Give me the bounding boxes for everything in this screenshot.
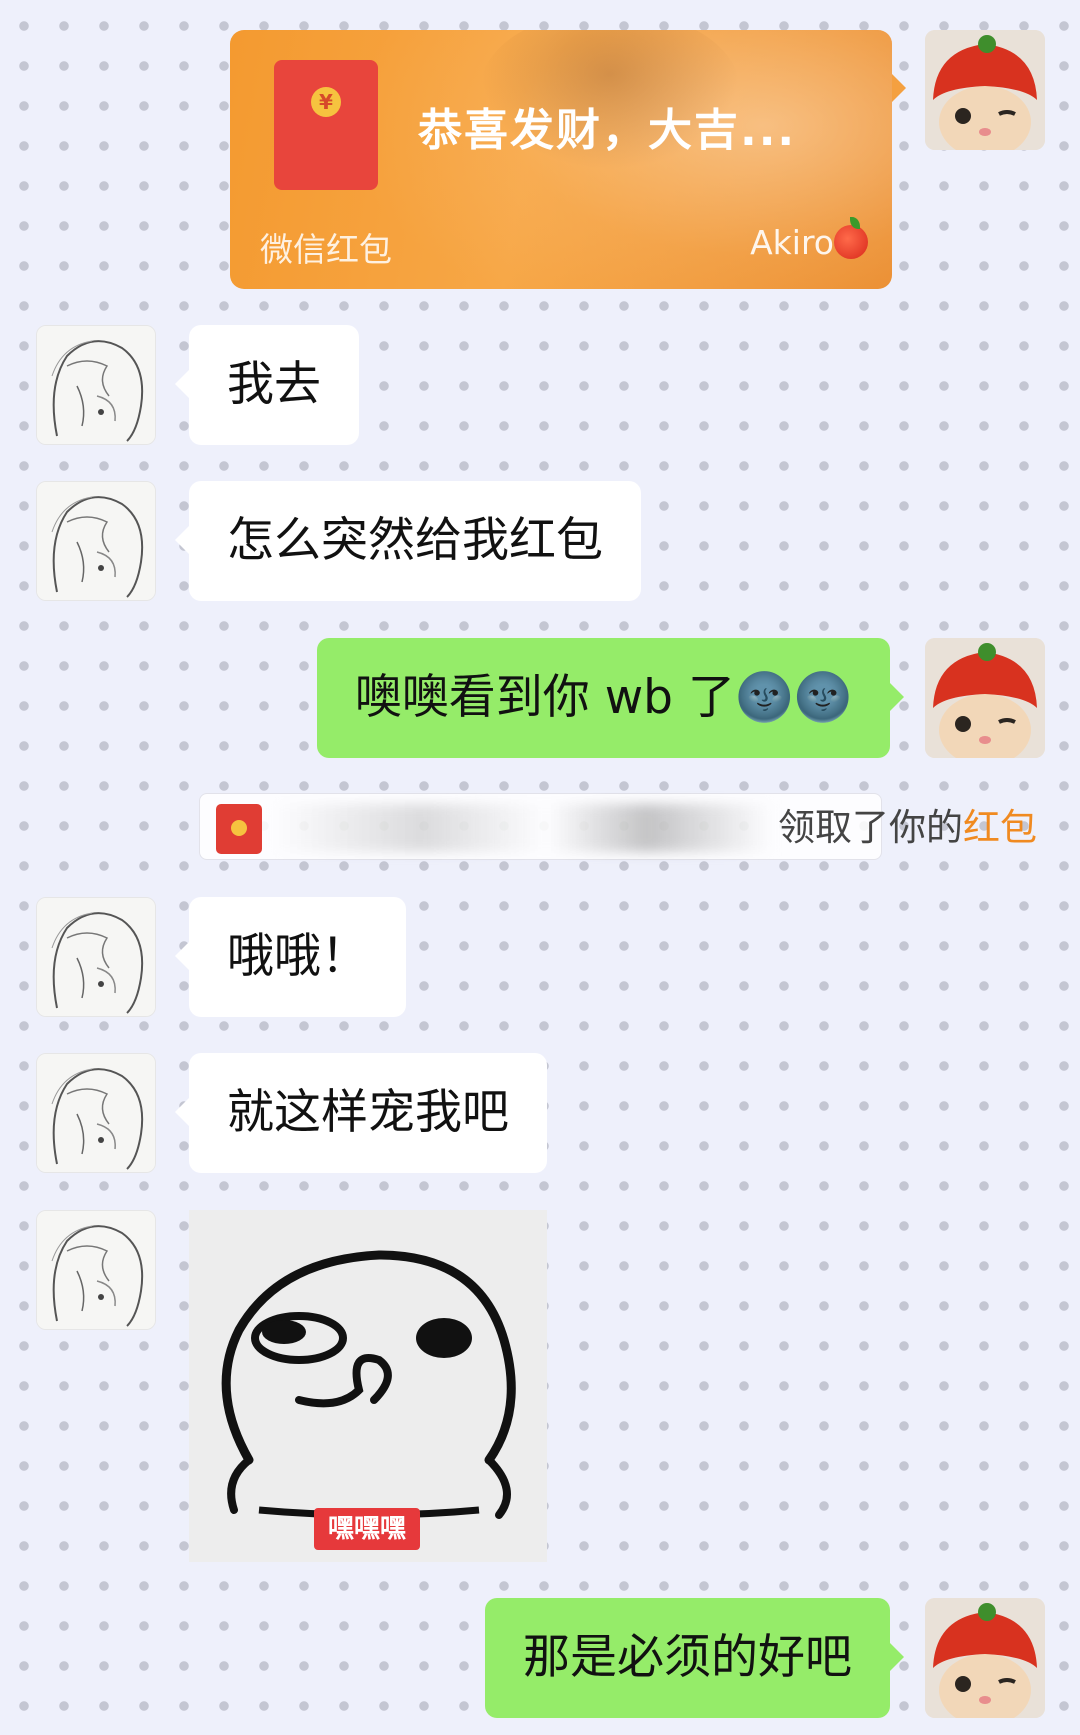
notice-text: 领取了你的红包 <box>778 794 1037 861</box>
contact-avatar[interactable] <box>36 481 156 601</box>
self-avatar[interactable] <box>925 638 1045 758</box>
red-packet-card[interactable]: ¥ 恭喜发财，大吉... 微信红包 Akiro <box>230 30 892 289</box>
message-bubble[interactable]: 我去 <box>175 325 359 445</box>
bubble-tail <box>890 683 904 711</box>
message-text: 哦哦！ <box>227 929 368 984</box>
message-bubble[interactable]: 那是必须的好吧 <box>485 1598 904 1718</box>
self-avatar[interactable] <box>925 1598 1045 1718</box>
message-text: 我去 <box>227 357 321 412</box>
cat-in-apple-hat-avatar-icon <box>925 30 1045 150</box>
red-packet-brand: 微信红包 <box>260 230 392 269</box>
notice-label: 领取了你的 <box>778 806 963 849</box>
bubble-tail <box>175 526 189 554</box>
bubble-tail <box>175 942 189 970</box>
message-bubble[interactable]: 哦哦！ <box>175 897 406 1017</box>
contact-avatar[interactable] <box>36 897 156 1017</box>
message-bubble[interactable]: 就这样宠我吧 <box>175 1053 547 1173</box>
red-envelope-icon <box>216 804 262 854</box>
sketch-girl-avatar-icon <box>37 482 155 600</box>
cat-in-apple-hat-avatar-icon <box>925 1598 1045 1718</box>
apple-icon <box>834 217 868 259</box>
red-packet-title: 恭喜发财，大吉... <box>418 105 797 156</box>
sketch-girl-avatar-icon <box>37 1211 155 1329</box>
red-packet-sender: Akiro <box>750 223 834 262</box>
self-avatar[interactable] <box>925 30 1045 150</box>
cat-in-apple-hat-avatar-icon <box>925 638 1045 758</box>
coin-icon: ¥ <box>311 87 341 117</box>
message-text: 那是必须的好吧 <box>523 1630 852 1685</box>
blurred-name <box>272 804 772 852</box>
bubble-tail <box>175 1098 189 1126</box>
message-bubble[interactable]: 噢噢看到你 wb 了🌚🌚 <box>316 638 904 758</box>
sticker-caption: 嘿嘿嘿 <box>314 1508 420 1550</box>
notice-red-packet-link[interactable]: 红包 <box>963 806 1037 849</box>
message-text: 就这样宠我吧 <box>227 1085 509 1140</box>
contact-avatar[interactable] <box>36 1210 156 1330</box>
contact-avatar[interactable] <box>36 325 156 445</box>
packet-bubble-tail <box>892 74 906 102</box>
bubble-tail <box>890 1643 904 1671</box>
sketch-girl-avatar-icon <box>37 1054 155 1172</box>
message-text: 噢噢看到你 wb 了🌚🌚 <box>354 670 852 725</box>
contact-avatar[interactable] <box>36 1053 156 1173</box>
sketch-girl-avatar-icon <box>37 326 155 444</box>
message-bubble[interactable]: 怎么突然给我红包 <box>175 481 641 601</box>
red-envelope-icon: ¥ <box>274 60 378 190</box>
message-text: 怎么突然给我红包 <box>227 513 603 568</box>
bubble-tail <box>175 370 189 398</box>
red-packet-claimed-notice: 领取了你的红包 <box>199 793 1037 860</box>
sticker-message[interactable]: 嘿嘿嘿 <box>189 1210 547 1562</box>
sketch-girl-avatar-icon <box>37 898 155 1016</box>
